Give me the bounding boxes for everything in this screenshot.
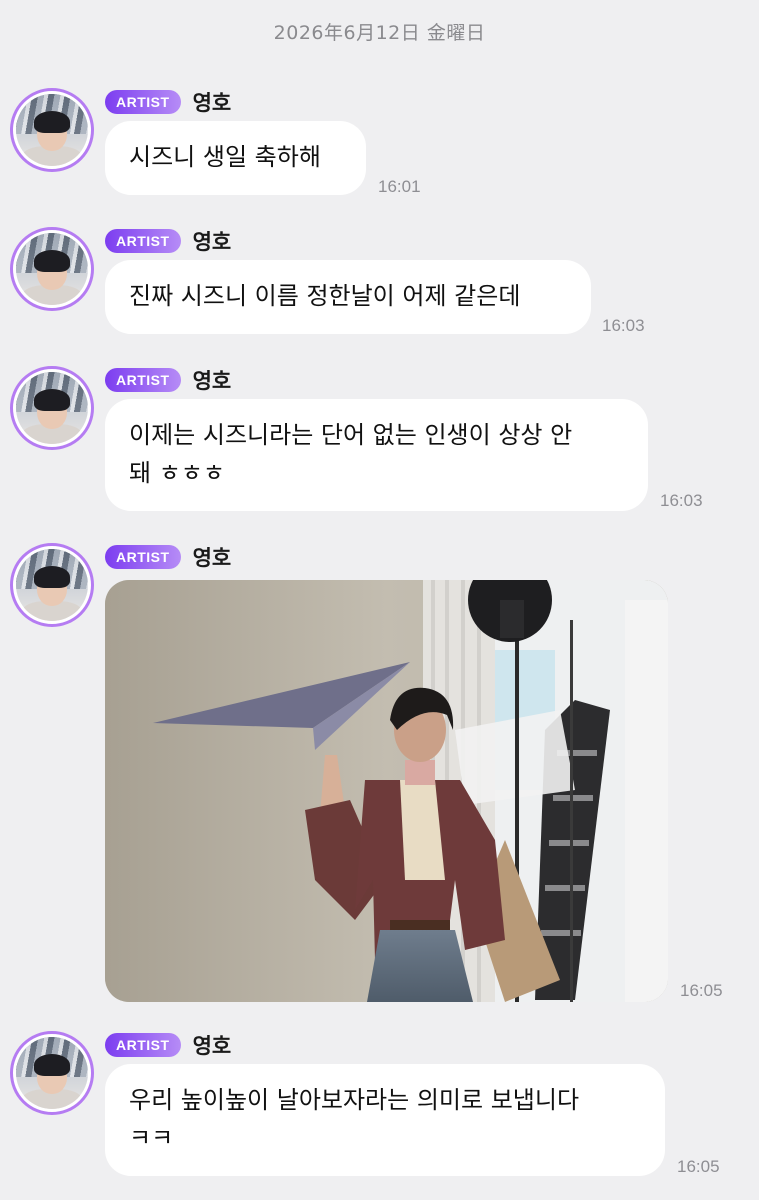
sender-name[interactable]: 영호 xyxy=(193,1030,232,1060)
artist-badge: ARTIST xyxy=(105,90,181,114)
message-bubble[interactable]: 진짜 시즈니 이름 정한날이 어제 같은데 xyxy=(105,260,591,334)
message-text: 돼 ㅎㅎㅎ xyxy=(129,459,225,487)
message-time: 16:03 xyxy=(660,491,703,510)
message-photo[interactable] xyxy=(105,580,668,1002)
message-time: 16:05 xyxy=(680,981,723,1000)
avatar[interactable] xyxy=(10,543,94,627)
date-header: 2026年6月12日 金曜日 xyxy=(273,22,486,44)
sender-name[interactable]: 영호 xyxy=(193,226,232,256)
message-time: 16:03 xyxy=(602,316,645,335)
avatar[interactable] xyxy=(10,1031,94,1115)
artist-badge: ARTIST xyxy=(105,229,181,253)
sender-name[interactable]: 영호 xyxy=(193,365,232,395)
sender-name[interactable]: 영호 xyxy=(193,87,232,117)
avatar[interactable] xyxy=(10,227,94,311)
avatar[interactable] xyxy=(10,366,94,450)
message-text: 진짜 시즈니 이름 정한날이 어제 같은데 xyxy=(129,282,521,310)
message-text: ㅋㅋ xyxy=(129,1124,174,1152)
message-text: 이제는 시즈니라는 단어 없는 인생이 상상 안 xyxy=(129,421,573,449)
message-bubble[interactable]: 이제는 시즈니라는 단어 없는 인생이 상상 안 돼 ㅎㅎㅎ xyxy=(105,399,648,511)
message-text: 우리 높이높이 날아보자라는 의미로 보냅니다 xyxy=(129,1086,580,1114)
avatar[interactable] xyxy=(10,88,94,172)
artist-badge: ARTIST xyxy=(105,545,181,569)
message-bubble[interactable]: 시즈니 생일 축하해 xyxy=(105,121,366,195)
message-bubble[interactable]: 우리 높이높이 날아보자라는 의미로 보냅니다 ㅋㅋ xyxy=(105,1064,665,1176)
message-time: 16:05 xyxy=(677,1157,720,1176)
photo-scene xyxy=(105,580,668,1002)
sender-name[interactable]: 영호 xyxy=(193,542,232,572)
message-text: 시즈니 생일 축하해 xyxy=(129,143,321,171)
artist-badge: ARTIST xyxy=(105,1033,181,1057)
artist-badge: ARTIST xyxy=(105,368,181,392)
message-time: 16:01 xyxy=(378,177,421,196)
